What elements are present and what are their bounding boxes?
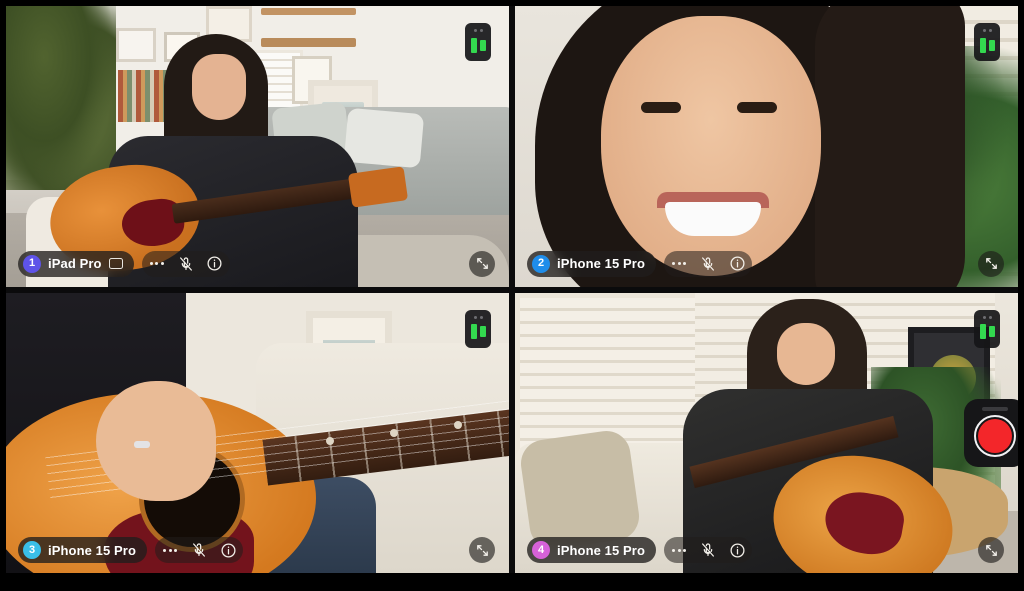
tile-1-name-pill[interactable]: 1 iPad Pro xyxy=(18,250,134,277)
screen-icon xyxy=(108,258,123,269)
more-options-icon[interactable] xyxy=(667,252,691,276)
tile-3-name-pill[interactable]: 3 iPhone 15 Pro xyxy=(18,537,147,563)
tile-4-number-badge: 4 xyxy=(532,541,550,559)
video-tile-grid: 1 iPad Pro 2 iPhone 15 Pro 3 iPhone 15 P… xyxy=(6,6,1018,573)
expand-icon[interactable] xyxy=(978,537,1004,563)
video-feed-3 xyxy=(6,292,509,573)
more-options-icon[interactable] xyxy=(158,538,182,562)
microphone-muted-icon[interactable] xyxy=(696,538,720,562)
expand-icon[interactable] xyxy=(469,250,495,277)
bottom-bar xyxy=(0,573,1024,591)
audio-level-icon xyxy=(974,23,1000,61)
record-button[interactable] xyxy=(964,398,1018,467)
audio-level-icon xyxy=(465,23,491,61)
video-tile-2[interactable]: 2 iPhone 15 Pro xyxy=(515,6,1018,287)
tile-1-controls xyxy=(141,250,230,277)
tile-1-device-name: iPad Pro xyxy=(48,256,102,271)
video-feed-2 xyxy=(515,6,1018,287)
info-icon[interactable] xyxy=(725,252,749,276)
tile-1-chrome: 1 iPad Pro xyxy=(18,250,230,277)
tile-1-number-badge: 1 xyxy=(23,254,41,273)
record-button-ring xyxy=(974,414,1016,457)
more-options-icon[interactable] xyxy=(145,252,169,276)
audio-level-icon xyxy=(974,309,1000,348)
microphone-muted-icon[interactable] xyxy=(174,252,198,276)
tile-3-number-badge: 3 xyxy=(23,541,41,559)
tile-2-name-pill[interactable]: 2 iPhone 15 Pro xyxy=(527,250,656,277)
expand-icon[interactable] xyxy=(469,537,495,563)
tile-4-device-name: iPhone 15 Pro xyxy=(557,542,645,558)
tile-2-device-name: iPhone 15 Pro xyxy=(557,256,645,271)
microphone-muted-icon[interactable] xyxy=(187,538,211,562)
video-feed-1 xyxy=(6,6,509,287)
tile-3-chrome: 3 iPhone 15 Pro xyxy=(18,537,243,563)
tile-2-controls xyxy=(664,250,752,277)
info-icon[interactable] xyxy=(725,538,749,562)
tile-4-chrome: 4 iPhone 15 Pro xyxy=(527,537,752,563)
info-icon[interactable] xyxy=(203,252,227,276)
tile-2-chrome: 2 iPhone 15 Pro xyxy=(527,250,752,277)
video-tile-1[interactable]: 1 iPad Pro xyxy=(6,6,509,287)
tile-4-name-pill[interactable]: 4 iPhone 15 Pro xyxy=(527,537,656,563)
video-tile-4[interactable]: 4 iPhone 15 Pro xyxy=(515,292,1018,573)
video-feed-4 xyxy=(515,292,1018,573)
more-options-icon[interactable] xyxy=(667,538,691,562)
expand-icon[interactable] xyxy=(978,250,1004,277)
microphone-muted-icon[interactable] xyxy=(696,252,720,276)
tile-3-controls xyxy=(155,537,243,563)
tile-4-controls xyxy=(664,537,752,563)
tile-3-device-name: iPhone 15 Pro xyxy=(48,542,136,558)
record-button-slot xyxy=(982,406,1008,411)
video-tile-3[interactable]: 3 iPhone 15 Pro xyxy=(6,292,509,573)
info-icon[interactable] xyxy=(216,538,240,562)
audio-level-icon xyxy=(465,309,491,348)
camera-grid-app: 1 iPad Pro 2 iPhone 15 Pro 3 iPhone 15 P… xyxy=(0,0,1024,591)
tile-2-number-badge: 2 xyxy=(532,254,550,273)
record-button-dot xyxy=(978,418,1012,453)
